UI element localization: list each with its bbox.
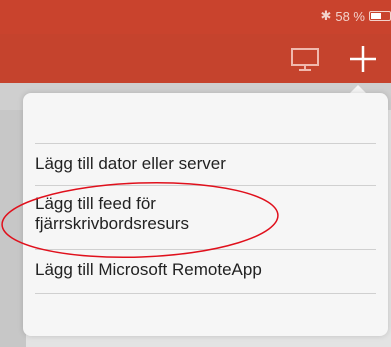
battery-percentage: 58 % — [335, 8, 365, 24]
status-indicators: ✱ 58 % — [320, 8, 391, 24]
menu-item-label-line1: Lägg till feed för — [35, 194, 156, 213]
bluetooth-icon: ✱ — [320, 8, 332, 23]
toolbar — [0, 34, 391, 83]
menu-item-label-line2: fjärrskrivbordsresurs — [35, 214, 189, 233]
menu-item-label: Lägg till dator eller server — [35, 154, 226, 173]
status-bar: ✱ 58 % — [0, 0, 391, 34]
plus-icon[interactable] — [345, 41, 381, 77]
battery-level — [371, 13, 381, 19]
menu-item-add-pc-or-server[interactable]: Lägg till dator eller server — [35, 143, 376, 186]
menu-item-add-remote-resource-feed[interactable]: Lägg till feed för fjärrskrivbordsresurs — [35, 186, 376, 250]
monitor-icon[interactable] — [290, 46, 320, 72]
menu-item-add-remoteapp[interactable]: Lägg till Microsoft RemoteApp — [35, 250, 376, 294]
battery-icon — [369, 11, 391, 21]
menu-item-label: Lägg till Microsoft RemoteApp — [35, 260, 262, 279]
